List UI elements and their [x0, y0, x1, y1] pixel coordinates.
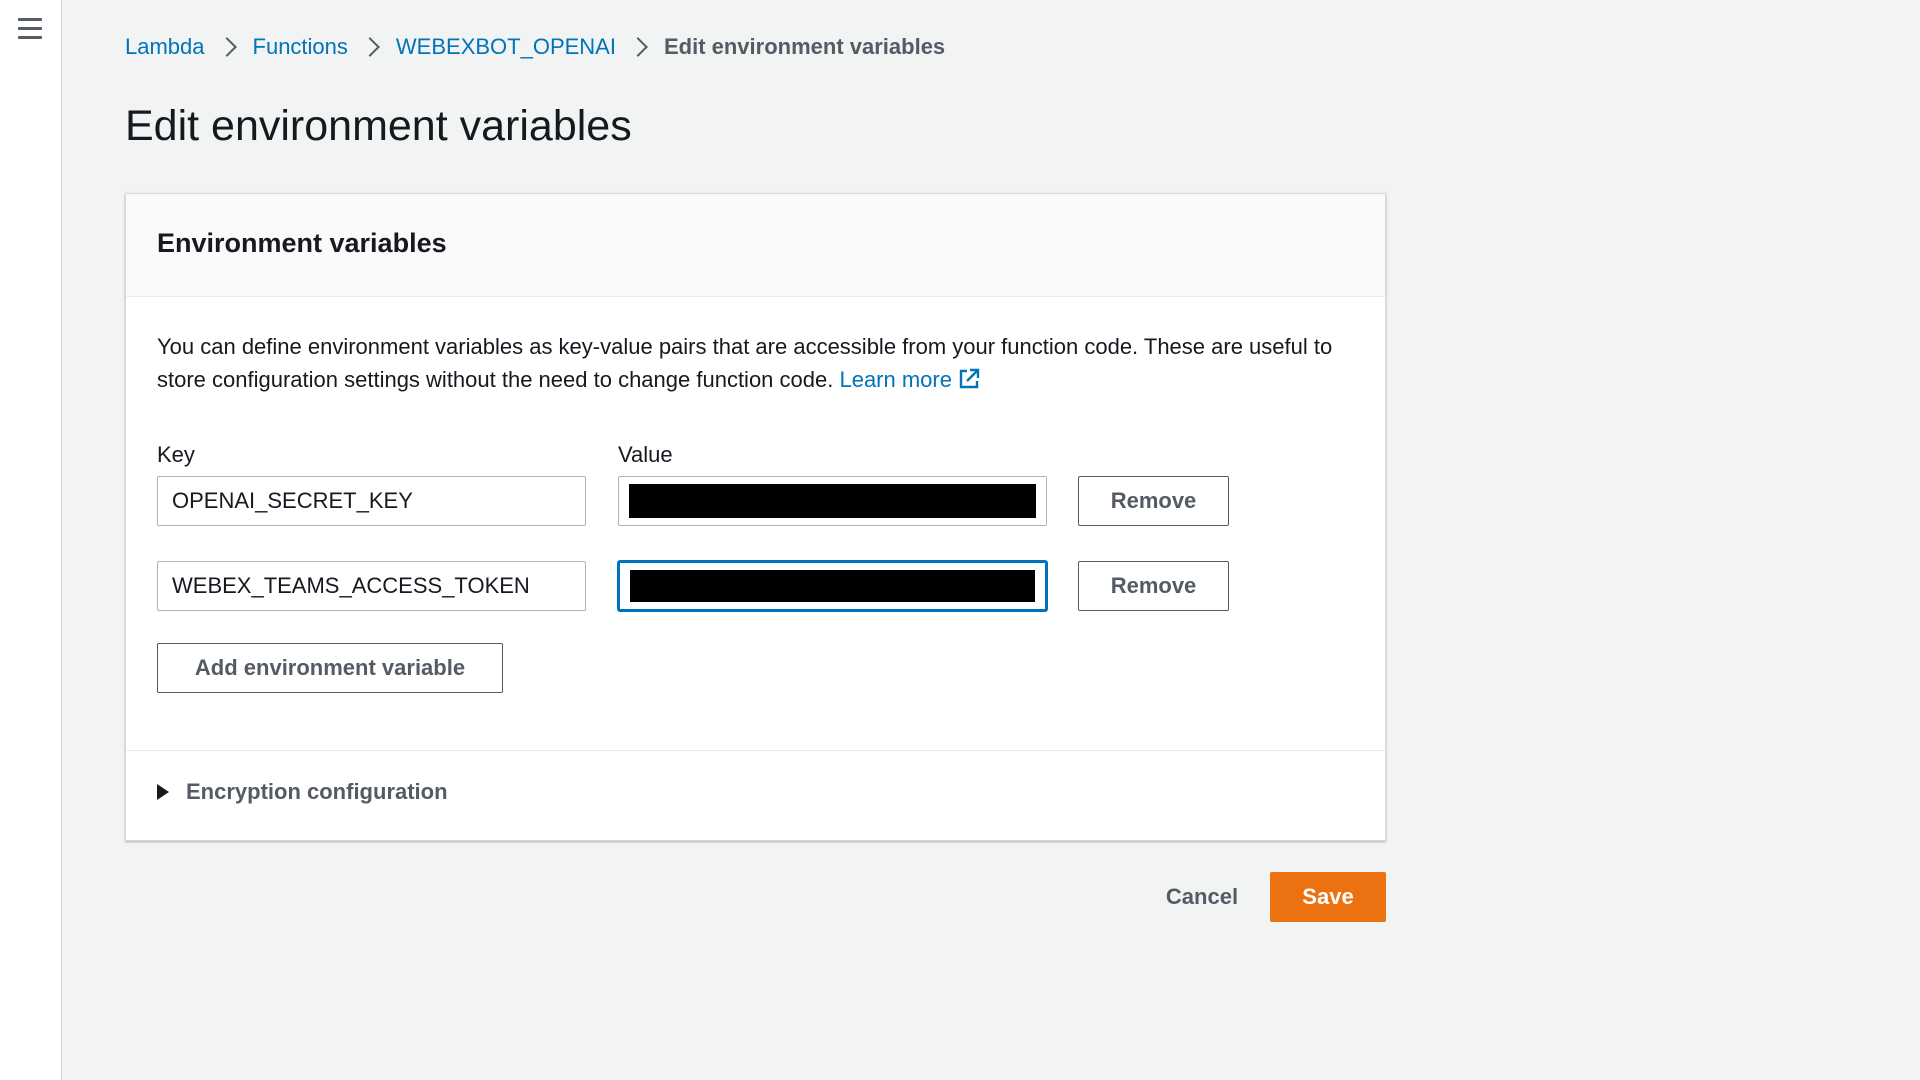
- hamburger-menu-icon[interactable]: [18, 18, 44, 42]
- description-text: You can define environment variables as …: [157, 334, 1333, 392]
- external-link-icon: [959, 368, 980, 389]
- side-navigation-rail: [0, 0, 62, 1080]
- cancel-button[interactable]: Cancel: [1156, 872, 1248, 922]
- chevron-right-icon: [205, 32, 253, 62]
- env-key-input[interactable]: OPENAI_SECRET_KEY: [157, 476, 586, 526]
- chevron-right-icon: [616, 32, 664, 62]
- breadcrumb-lambda[interactable]: Lambda: [125, 34, 205, 60]
- env-value-input[interactable]: [618, 561, 1047, 611]
- remove-button[interactable]: Remove: [1078, 476, 1229, 526]
- value-label: Value: [618, 442, 673, 467]
- breadcrumb-functions[interactable]: Functions: [253, 34, 348, 60]
- breadcrumb-current: Edit environment variables: [663, 34, 946, 59]
- chevron-right-icon: [348, 32, 396, 62]
- divider: [126, 750, 1385, 751]
- panel-title: Environment variables: [157, 228, 447, 258]
- breadcrumb: Lambda Functions WEBEXBOT_OPENAI Edit en…: [125, 32, 945, 62]
- key-label: Key: [157, 442, 195, 467]
- redacted-value: [630, 570, 1035, 602]
- remove-button[interactable]: Remove: [1078, 561, 1229, 611]
- page-title: Edit environment variables: [125, 102, 632, 150]
- encryption-configuration-toggle[interactable]: Encryption configuration: [157, 777, 448, 807]
- panel-header: Environment variables: [126, 194, 1385, 297]
- breadcrumb-function-name[interactable]: WEBEXBOT_OPENAI: [396, 34, 616, 60]
- learn-more-label: Learn more: [839, 367, 952, 392]
- add-environment-variable-button[interactable]: Add environment variable: [157, 643, 503, 693]
- save-button[interactable]: Save: [1270, 872, 1386, 922]
- environment-variables-panel: Environment variables You can define env…: [125, 193, 1386, 841]
- caret-right-icon: [157, 784, 169, 800]
- encryption-label: Encryption configuration: [186, 779, 448, 804]
- env-value-input[interactable]: [618, 476, 1047, 526]
- panel-description: You can define environment variables as …: [157, 330, 1352, 396]
- env-key-input[interactable]: WEBEX_TEAMS_ACCESS_TOKEN: [157, 561, 586, 611]
- learn-more-link[interactable]: Learn more: [839, 367, 980, 392]
- redacted-value: [629, 484, 1036, 518]
